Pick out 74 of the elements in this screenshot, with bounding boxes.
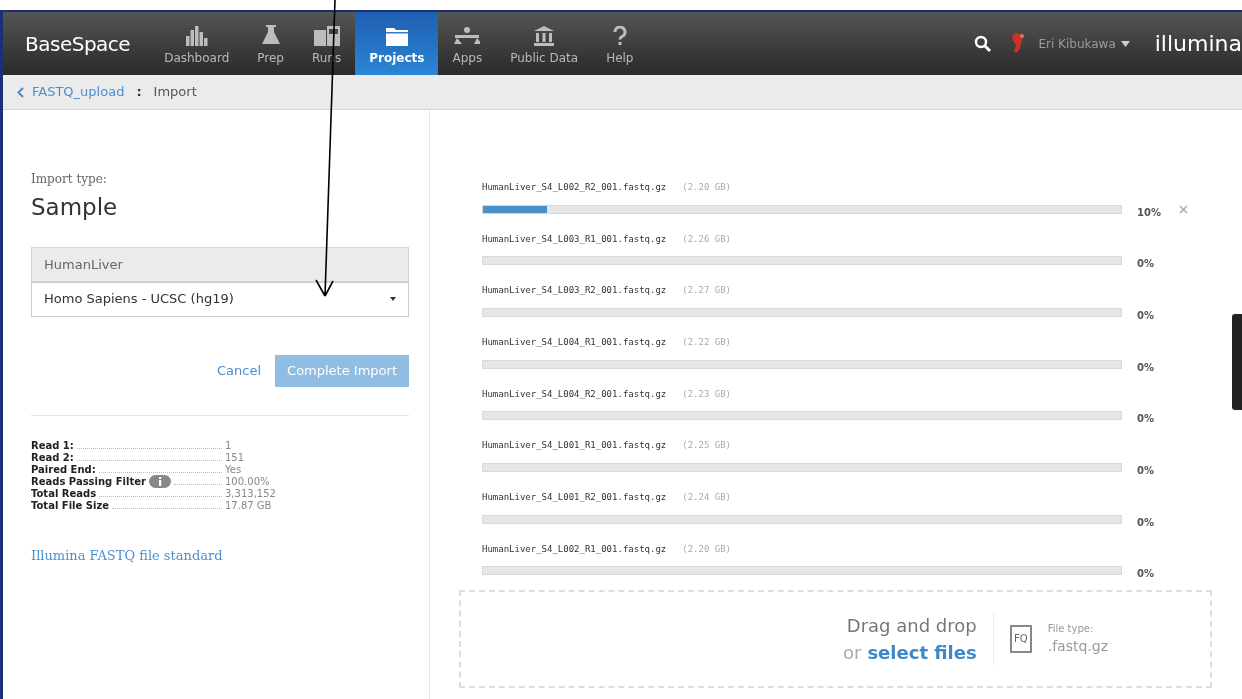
file-size: (2.23 GB) [682, 387, 731, 401]
drop-zone[interactable]: Drag and drop or select files FQ File type: .fastq.gz [459, 589, 1212, 688]
nav-tab[interactable]: Public Data [496, 12, 593, 75]
building-icon [534, 26, 555, 46]
file-name: HumanLiver_S4_L003_R2_001.fastq.gz [482, 284, 667, 298]
brand-logo: illumina [1154, 30, 1242, 58]
nav-tab[interactable]: Runs [297, 12, 356, 75]
breadcrumb-current: Import [153, 83, 197, 102]
nav-tab[interactable]: Prep [243, 12, 298, 75]
reference-genome-dropdown[interactable]: Homo Sapiens - UCSC (hg19) [31, 281, 409, 317]
fastq-standard-link[interactable]: Illumina FASTQ file standard [31, 545, 409, 565]
file-name: HumanLiver_S4_L001_R1_001.fastq.gz [482, 439, 667, 453]
upload-percent: 0% [1137, 412, 1155, 427]
import-type-title: Sample [31, 193, 119, 222]
nav-tab[interactable]: Help [592, 12, 648, 75]
file-type-icon: FQ [1009, 624, 1032, 653]
stat-value: 1 [225, 439, 233, 452]
breadcrumb-separator: : [136, 83, 142, 102]
nav-tab[interactable]: Projects [355, 12, 439, 75]
file-size: (2.20 GB) [682, 181, 731, 194]
file-name: HumanLiver_S4_L004_R1_001.fastq.gz [482, 336, 667, 350]
file-size: (2.25 GB) [682, 439, 731, 453]
file-size: (2.22 GB) [682, 336, 731, 350]
flask-icon [260, 24, 281, 46]
file-name: HumanLiver_S4_L004_R2_001.fastq.gz [482, 387, 667, 401]
instrument-icon [313, 26, 340, 46]
upload-percent: 0% [1137, 567, 1155, 582]
stat-label: Read 2: [31, 451, 74, 464]
file-name: HumanLiver_S4_L002_R2_001.fastq.gz [482, 181, 667, 194]
file-size: (2.24 GB) [682, 491, 731, 505]
upload-percent: 0% [1137, 308, 1155, 323]
file-name: HumanLiver_S4_L002_R1_001.fastq.gz [482, 542, 667, 556]
file-size: (2.20 GB) [682, 542, 731, 556]
cancel-link[interactable]: Cancel [217, 360, 262, 381]
stat-label: Read 1: [31, 439, 74, 452]
stat-label: Reads Passing Filter [31, 475, 146, 488]
stat-value: Yes [225, 463, 243, 476]
close-icon[interactable] [1179, 204, 1188, 214]
file-size: (2.26 GB) [682, 232, 731, 246]
back-chevron-icon[interactable] [17, 86, 24, 98]
file-name: HumanLiver_S4_L003_R1_001.fastq.gz [482, 232, 667, 246]
caret-icon [1120, 40, 1130, 47]
nav-tab[interactable]: Dashboard [150, 12, 244, 75]
stat-label: Paired End: [31, 463, 96, 476]
stat-value: 151 [225, 451, 246, 464]
folder-icon [385, 26, 408, 46]
info-icon[interactable] [148, 475, 171, 488]
upload-percent: 0% [1137, 257, 1155, 272]
file-type-value: .fastq.gz [1047, 636, 1108, 656]
stat-value: 17.87 GB [225, 499, 273, 512]
file-name: HumanLiver_S4_L001_R2_001.fastq.gz [482, 491, 667, 505]
upload-percent: 0% [1137, 515, 1155, 530]
app-logo: BaseSpace [25, 30, 131, 58]
stat-label: Total File Size [31, 499, 109, 512]
dropdown-caret-icon [390, 297, 396, 301]
file-size: (2.27 GB) [682, 284, 731, 298]
select-files-link[interactable]: select files [867, 638, 977, 666]
import-type-label: Import type: [31, 171, 108, 188]
stat-value: 100.00% [225, 475, 271, 488]
stat-value: 3,313,152 [225, 487, 277, 500]
upload-percent: 0% [1137, 463, 1155, 478]
user-menu[interactable]: Eri Kibukawa [1038, 34, 1130, 53]
sample-name-field[interactable]: HumanLiver [31, 246, 409, 282]
file-type-label: File type: [1047, 621, 1095, 636]
or-text: or [843, 640, 862, 665]
drop-title: Drag and drop [846, 613, 977, 638]
search-icon[interactable] [974, 34, 993, 53]
question-icon [612, 26, 627, 46]
nav-tab[interactable]: Apps [438, 12, 497, 75]
stat-label: Total Reads [31, 487, 97, 500]
scale-icon [454, 26, 481, 46]
upload-percent: 0% [1137, 360, 1155, 375]
bar-chart-icon [185, 26, 208, 46]
upload-percent: 10% [1137, 205, 1162, 220]
